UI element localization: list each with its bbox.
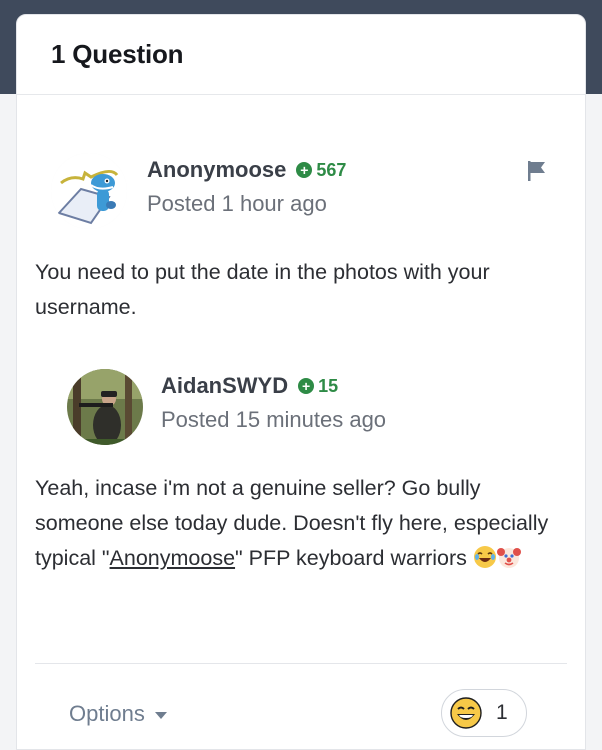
laughing-emoji-icon: [473, 546, 496, 568]
footer-divider: [35, 663, 567, 664]
author-name[interactable]: AidanSWYD: [161, 373, 288, 399]
reaction-button[interactable]: 1: [441, 689, 527, 737]
avatar[interactable]: [67, 369, 143, 445]
options-menu-button[interactable]: Options: [69, 701, 167, 727]
author-name[interactable]: Anonymoose: [147, 157, 286, 183]
mention-link[interactable]: Anonymoose: [110, 546, 236, 570]
post-timestamp[interactable]: Posted 15 minutes ago: [161, 407, 386, 433]
reputation-count: 567: [316, 159, 347, 180]
flag-icon[interactable]: [525, 159, 549, 183]
page-title: 1 Question: [51, 39, 184, 69]
reaction-count: 1: [496, 701, 508, 724]
post-body-text: " PFP keyboard warriors: [235, 546, 473, 570]
avatar[interactable]: [51, 153, 127, 229]
chevron-down-icon: [154, 711, 167, 719]
reputation-badge: + 15: [298, 376, 338, 397]
post-body: You need to put the date in the photos w…: [35, 260, 490, 319]
page-gutter-right: [584, 94, 602, 750]
reputation-badge: + 567: [296, 160, 346, 181]
reputation-count: 15: [318, 375, 339, 396]
reputation-plus-icon: +: [298, 378, 315, 394]
reputation-plus-icon: +: [296, 162, 313, 178]
author-line: AidanSWYD + 15: [161, 373, 338, 399]
grinning-emoji-icon: [450, 697, 482, 729]
card-header: 1 Question: [17, 15, 585, 95]
question-card: 1 Question Anonymoose + 567 Posted 1 hou…: [16, 14, 586, 750]
author-line: Anonymoose + 567: [147, 157, 346, 183]
clown-emoji-icon: [496, 548, 521, 568]
post-timestamp[interactable]: Posted 1 hour ago: [147, 191, 327, 217]
options-label: Options: [69, 701, 145, 726]
post-body: Yeah, incase i'm not a genuine seller? G…: [35, 471, 555, 576]
